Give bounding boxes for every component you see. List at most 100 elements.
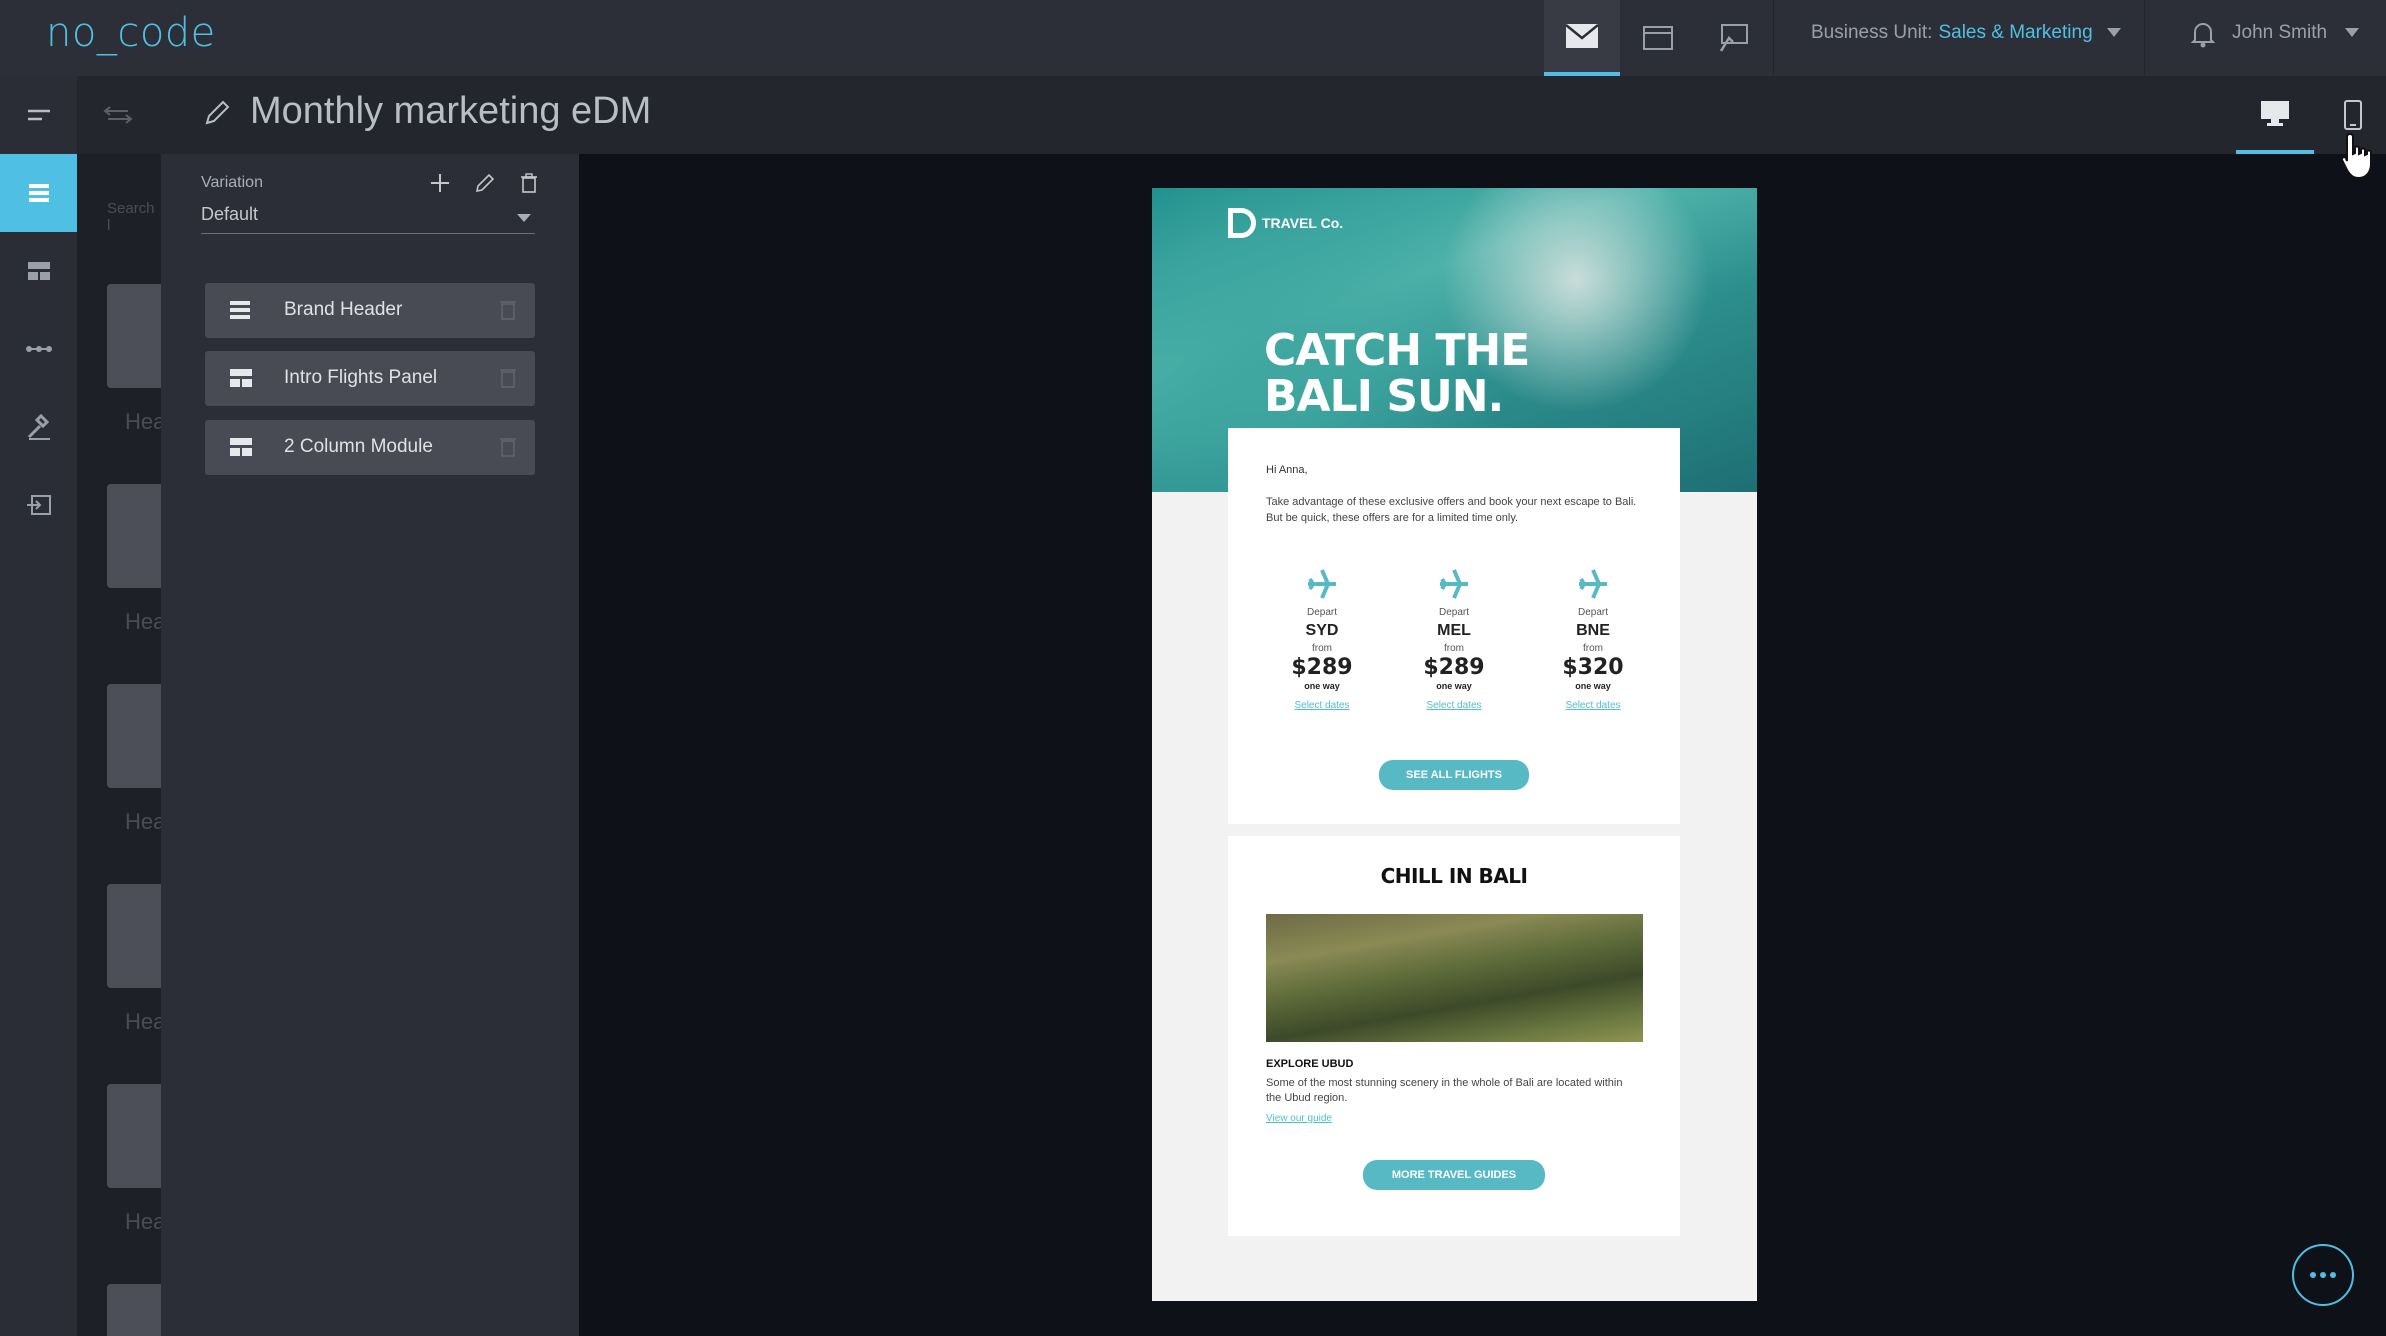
- nav-presentation-button[interactable]: [1696, 0, 1772, 76]
- divider: [2144, 0, 2145, 76]
- variation-selected-value: Default: [201, 204, 259, 224]
- rail-modules-button[interactable]: [0, 154, 77, 232]
- rail-export-button[interactable]: [0, 466, 77, 544]
- business-unit-label: Business Unit:: [1811, 22, 1933, 43]
- block-thumbnail[interactable]: [107, 484, 161, 588]
- one-way-label: one way: [1575, 681, 1611, 691]
- plane-icon: [1440, 569, 1468, 599]
- user-menu[interactable]: John Smith: [2232, 22, 2360, 44]
- block-label: Hea: [125, 1209, 166, 1234]
- plane-icon: [1579, 569, 1607, 599]
- envelope-icon: [1565, 24, 1599, 48]
- email-preview[interactable]: TRAVEL Co. CATCH THE BALI SUN. Hi Anna, …: [1152, 188, 1757, 1301]
- pencil-icon: [205, 100, 230, 125]
- hand-cursor-icon: [2340, 132, 2374, 185]
- intro-text: Take advantage of these exclusive offers…: [1266, 496, 1637, 524]
- price: $289: [1423, 655, 1485, 680]
- airport-code: BNE: [1576, 622, 1610, 639]
- block-thumbnail[interactable]: [107, 1084, 161, 1188]
- block-thumbnail[interactable]: [107, 284, 161, 388]
- edit-variation-button[interactable]: [472, 170, 498, 196]
- nav-browser-button[interactable]: [1620, 0, 1696, 76]
- list-icon: [28, 184, 49, 202]
- intro-flights-card: Hi Anna, Take advantage of these exclusi…: [1228, 428, 1680, 824]
- select-dates-link[interactable]: Select dates: [1262, 700, 1382, 711]
- module-item-brand-header[interactable]: Brand Header: [205, 283, 535, 338]
- airport-code: MEL: [1437, 622, 1471, 639]
- block-library-panel: Search l Hea Hea Hea Hea Hea: [77, 154, 165, 1336]
- block-thumbnail[interactable]: [107, 884, 161, 988]
- select-dates-link[interactable]: Select dates: [1394, 700, 1514, 711]
- plus-icon: [431, 174, 449, 192]
- block-thumbnail[interactable]: [107, 1284, 161, 1336]
- block-search-input[interactable]: Search l: [107, 200, 161, 234]
- ubud-rice-terrace-image: [1266, 914, 1643, 1042]
- app-logo[interactable]: no_code: [46, 10, 216, 56]
- trash-icon[interactable]: [499, 298, 517, 320]
- add-variation-button[interactable]: [427, 170, 453, 196]
- export-icon: [26, 495, 51, 515]
- module-item-2-column-module[interactable]: 2 Column Module: [205, 420, 535, 475]
- depart-label: Depart: [1306, 607, 1337, 618]
- block-label: Hea: [125, 809, 166, 834]
- collapse-menu-button[interactable]: [0, 76, 77, 154]
- price: $320: [1562, 655, 1624, 680]
- hero-headline: CATCH THE BALI SUN.: [1264, 328, 1644, 420]
- block-label: Hea: [125, 1009, 166, 1034]
- price: $289: [1291, 655, 1353, 680]
- more-travel-guides-button[interactable]: MORE TRAVEL GUIDES: [1363, 1160, 1545, 1190]
- depart-label: Depart: [1438, 607, 1469, 618]
- rail-connections-button[interactable]: [0, 310, 77, 388]
- travel-co-logo-icon: [1228, 208, 1256, 238]
- flight-offer-mel: Depart MEL from $289 one way Select date…: [1394, 568, 1514, 711]
- section-title: CHILL IN BALI: [1380, 864, 1528, 888]
- module-columns-icon: [230, 438, 252, 456]
- explore-title: EXPLORE UBUD: [1266, 1058, 1354, 1070]
- module-columns-icon: [230, 369, 252, 387]
- block-thumbnail[interactable]: [107, 684, 161, 788]
- menu-lines-icon: [27, 109, 50, 121]
- rail-layout-button[interactable]: [0, 232, 77, 310]
- module-label: Brand Header: [284, 299, 403, 320]
- block-label: Hea: [125, 409, 166, 434]
- business-unit-selector[interactable]: Business Unit: Sales & Marketing: [1811, 22, 2121, 44]
- browser-window-icon: [1643, 26, 1673, 50]
- ellipsis-icon: [2310, 1272, 2336, 1278]
- plane-icon: [1308, 569, 1336, 599]
- chill-in-bali-card: CHILL IN BALI EXPLORE UBUD Some of the m…: [1228, 836, 1680, 1236]
- business-unit-value: Sales & Marketing: [1938, 22, 2093, 43]
- variation-select[interactable]: Default: [201, 204, 535, 234]
- delete-variation-button[interactable]: [516, 170, 542, 196]
- from-label: from: [1444, 643, 1464, 654]
- document-title[interactable]: Monthly marketing eDM: [250, 90, 651, 133]
- more-options-button[interactable]: [2292, 1244, 2354, 1306]
- icon-rail: [0, 76, 77, 1336]
- chevron-down-icon: [517, 214, 531, 222]
- module-item-intro-flights-panel[interactable]: Intro Flights Panel: [205, 351, 535, 406]
- variation-label: Variation: [201, 174, 263, 191]
- desktop-view-button[interactable]: [2236, 76, 2314, 154]
- presentation-icon: [1719, 24, 1748, 52]
- one-way-label: one way: [1436, 681, 1472, 691]
- desktop-icon: [2261, 101, 2289, 126]
- module-label: 2 Column Module: [284, 436, 433, 457]
- nodes-icon: [25, 346, 52, 352]
- notifications-button[interactable]: [2190, 20, 2216, 53]
- nav-email-button[interactable]: [1544, 0, 1620, 76]
- module-label: Intro Flights Panel: [284, 367, 438, 388]
- headline-line-2: BALI SUN.: [1264, 371, 1504, 422]
- edit-title-button[interactable]: [202, 98, 232, 133]
- module-rows-icon: [230, 301, 250, 319]
- view-guide-link[interactable]: View our guide: [1266, 1113, 1332, 1124]
- trash-icon[interactable]: [499, 366, 517, 388]
- select-dates-link[interactable]: Select dates: [1533, 700, 1653, 711]
- trash-icon[interactable]: [499, 435, 517, 457]
- rail-tools-button[interactable]: [0, 388, 77, 466]
- one-way-label: one way: [1304, 681, 1340, 691]
- pencil-icon: [475, 173, 495, 193]
- back-button[interactable]: [102, 104, 134, 131]
- headline-line-1: CATCH THE: [1264, 325, 1530, 376]
- swap-arrows-icon: [103, 106, 133, 124]
- explore-description: Some of the most stunning scenery in the…: [1266, 1077, 1623, 1104]
- see-all-flights-button[interactable]: SEE ALL FLIGHTS: [1379, 760, 1529, 790]
